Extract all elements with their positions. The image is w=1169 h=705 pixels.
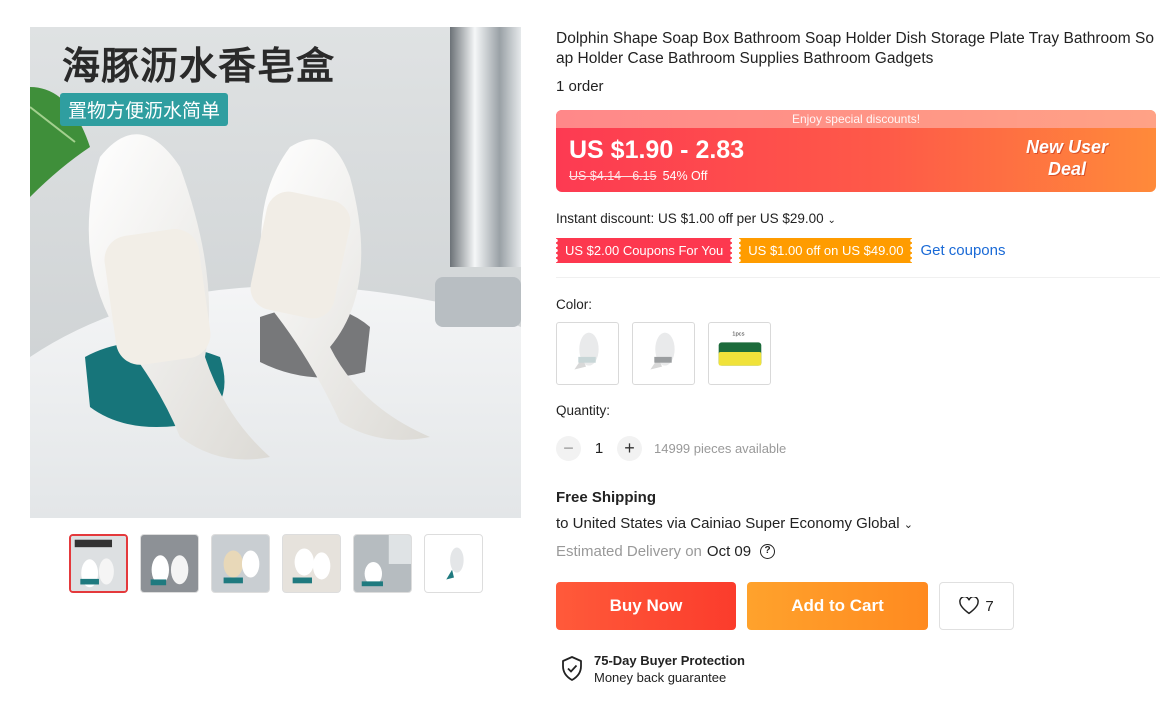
swatch-caption: 1pcs (732, 332, 744, 338)
discount-percent: 54% Off (662, 169, 708, 183)
instant-discount[interactable]: Instant discount: US $1.00 off per US $2… (556, 211, 836, 226)
wishlist-count: 7 (985, 597, 994, 615)
color-option-3[interactable]: 1pcs (708, 322, 771, 385)
help-icon[interactable]: ? (760, 544, 776, 559)
thumbnail-4[interactable] (282, 534, 341, 593)
color-label: Color: (556, 297, 593, 312)
order-count: 1 order (556, 78, 604, 95)
quantity-decrease-button[interactable]: − (556, 436, 581, 461)
protection-subtitle: Money back guarantee (594, 670, 727, 685)
instant-discount-text: Instant discount: US $1.00 off per US $2… (556, 211, 824, 226)
discount-banner: Enjoy special discounts! (556, 110, 1156, 128)
chevron-down-icon: ⌄ (903, 519, 913, 531)
delivery-label: Estimated Delivery on (556, 543, 702, 560)
image-headline: 海豚沥水香皂盒 (62, 44, 336, 88)
price-range: US $1.90 - 2.83 (569, 136, 745, 164)
delivery-date: Oct 09 (706, 543, 752, 560)
quantity-label: Quantity: (556, 403, 611, 418)
product-title: Dolphin Shape Soap Box Bathroom Soap Hol… (556, 30, 1154, 67)
coupon-row: US $2.00 Coupons For You US $1.00 off on… (556, 238, 1006, 263)
thumbnail-3[interactable] (211, 534, 270, 593)
color-options: 1pcs (556, 322, 771, 385)
coupon-badge-2[interactable]: US $1.00 off on US $49.00 (739, 238, 913, 263)
deal-line2: Deal (1047, 159, 1086, 179)
purchase-actions: Buy Now Add to Cart 7 (556, 582, 1014, 630)
shipping-method-selector[interactable]: to United States via Cainiao Super Econo… (556, 515, 913, 532)
thumbnail-1[interactable] (69, 534, 128, 593)
buyer-protection: 75-Day Buyer Protection Money back guara… (560, 652, 745, 686)
quantity-value[interactable]: 1 (581, 440, 617, 457)
deal-line1: New User (1025, 137, 1108, 157)
shipping-route: to United States via Cainiao Super Econo… (556, 515, 900, 532)
color-option-2[interactable] (632, 322, 695, 385)
thumbnail-strip (69, 534, 483, 593)
shield-check-icon (562, 656, 582, 681)
thumbnail-6[interactable] (424, 534, 483, 593)
estimated-delivery: Estimated Delivery on Oct 09 ? (556, 543, 776, 560)
main-product-image[interactable]: 海豚沥水香皂盒 置物方便沥水简单 (30, 27, 521, 518)
add-to-cart-button[interactable]: Add to Cart (747, 582, 928, 630)
color-option-1[interactable] (556, 322, 619, 385)
original-price: US $4.14 - 6.15 (569, 169, 657, 183)
get-coupons-link[interactable]: Get coupons (920, 242, 1005, 259)
buy-now-button[interactable]: Buy Now (556, 582, 736, 630)
new-user-deal-badge: New User Deal (1026, 136, 1108, 180)
image-subheadline: 置物方便沥水简单 (60, 93, 229, 126)
protection-text: 75-Day Buyer Protection Money back guara… (594, 652, 745, 686)
quantity-increase-button[interactable]: + (617, 436, 642, 461)
quantity-stepper: − 1 + 14999 pieces available (556, 436, 786, 461)
shipping-title: Free Shipping (556, 489, 657, 506)
divider (556, 277, 1160, 278)
thumbnail-2[interactable] (140, 534, 199, 593)
price-panel: Enjoy special discounts! US $1.90 - 2.83… (556, 110, 1156, 192)
stock-available: 14999 pieces available (654, 441, 787, 456)
chevron-down-icon: ⌄ (827, 215, 836, 226)
protection-title: 75-Day Buyer Protection (594, 653, 745, 668)
original-price-row: US $4.14 - 6.15 54% Off (569, 169, 708, 183)
thumbnail-5[interactable] (353, 534, 412, 593)
coupon-badge-1[interactable]: US $2.00 Coupons For You (556, 238, 733, 263)
heart-icon (959, 597, 980, 615)
wishlist-button[interactable]: 7 (939, 582, 1014, 630)
